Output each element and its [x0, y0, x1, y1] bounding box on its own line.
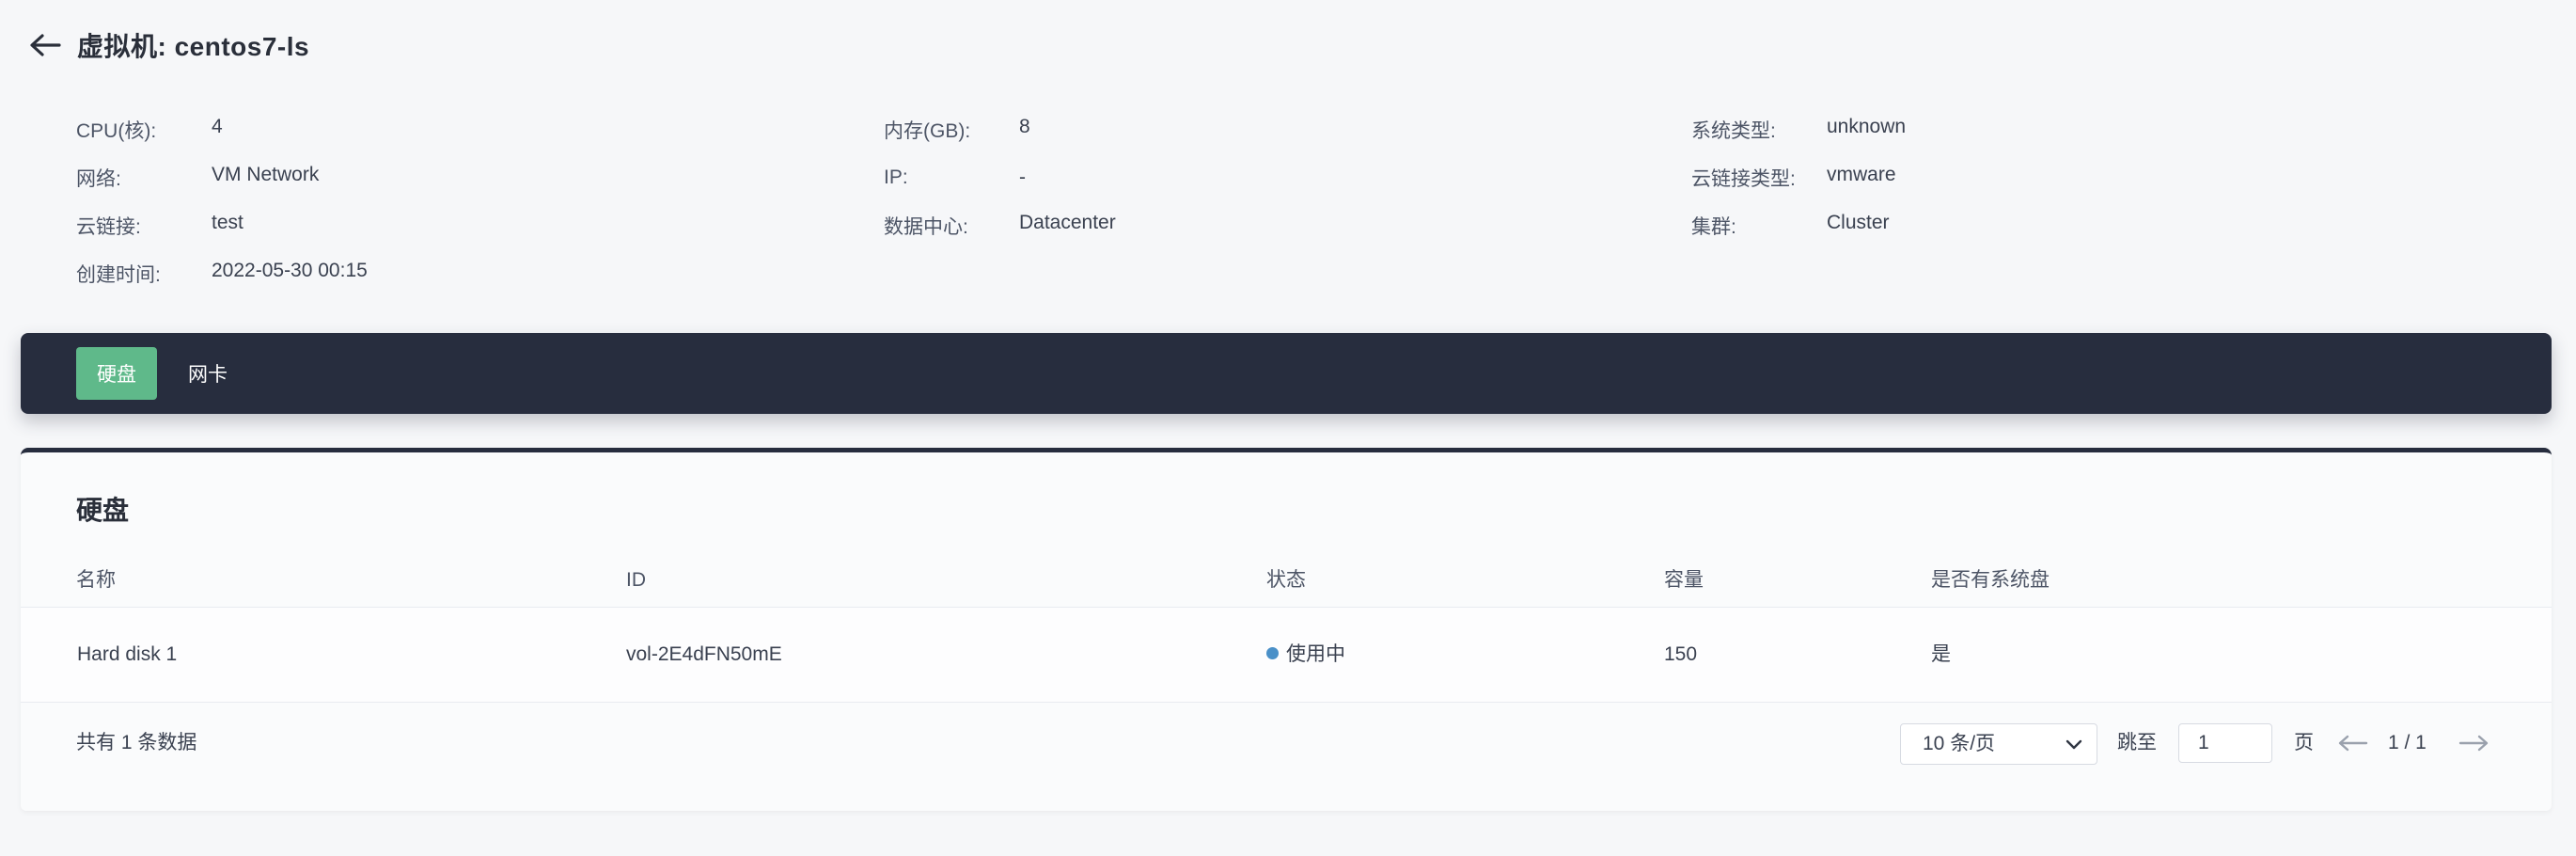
info-cpu: CPU(核): 4	[76, 116, 884, 144]
info-label: 集群:	[1691, 215, 1736, 238]
table-row[interactable]: Hard disk 1 vol-2E4dFN50mE 使用中 150 是	[21, 608, 2552, 703]
info-value: Datacenter	[1019, 211, 1116, 233]
next-page-arrow-icon[interactable]	[2458, 732, 2490, 754]
info-value: unknown	[1827, 115, 1907, 137]
column-header-system-disk: 是否有系统盘	[1931, 569, 2050, 591]
cell-capacity: 150	[1664, 643, 1698, 665]
info-cloud-link-type: 云链接类型: vmware	[1691, 164, 2499, 192]
prev-page-arrow-icon[interactable]	[2337, 732, 2369, 754]
info-row: 创建时间: 2022-05-30 00:15	[76, 249, 2521, 297]
column-header-name: 名称	[76, 569, 116, 591]
status-text: 使用中	[1286, 643, 1345, 665]
info-label: 网络:	[76, 167, 121, 190]
info-label: 内存(GB):	[884, 119, 971, 142]
info-label: CPU(核):	[76, 119, 157, 142]
total-count: 共有 1 条数据	[76, 732, 197, 753]
page-header: 虚拟机: centos7-ls	[26, 24, 309, 66]
tab-bar: 硬盘 网卡	[21, 333, 2552, 414]
info-row: 云链接: test 数据中心: Datacenter 集群: Cluster	[76, 201, 2521, 249]
cell-status: 使用中	[1266, 608, 1345, 702]
info-value: 2022-05-30 00:15	[212, 259, 368, 281]
info-label: 系统类型:	[1691, 119, 1776, 142]
cell-id: vol-2E4dFN50mE	[626, 643, 782, 665]
info-value: test	[212, 211, 243, 233]
disk-panel: 硬盘 名称 ID 状态 容量 是否有系统盘 Hard disk 1 vol-2E…	[21, 448, 2552, 811]
column-header-capacity: 容量	[1664, 569, 1704, 591]
info-value: 8	[1019, 115, 1030, 137]
cell-name: Hard disk 1	[77, 643, 178, 665]
vm-info: CPU(核): 4 内存(GB): 8 系统类型: unknown 网络: VM…	[76, 105, 2521, 297]
info-os-type: 系统类型: unknown	[1691, 116, 2499, 144]
panel-title: 硬盘	[76, 496, 130, 525]
page-title: 虚拟机: centos7-ls	[77, 32, 310, 61]
page-count: 1 / 1	[2388, 732, 2427, 753]
tab-nic[interactable]: 网卡	[178, 347, 238, 400]
tab-disk[interactable]: 硬盘	[76, 347, 157, 400]
info-label: 云链接:	[76, 215, 141, 238]
jump-label: 跳至	[2117, 732, 2157, 753]
info-label: 云链接类型:	[1691, 167, 1796, 190]
page-label: 页	[2294, 732, 2314, 753]
info-value: Cluster	[1827, 211, 1890, 233]
pagination: 共有 1 条数据 10 条/页 跳至 页 1 / 1	[21, 703, 2552, 784]
info-memory: 内存(GB): 8	[884, 116, 1691, 144]
page-size-select[interactable]: 10 条/页	[1900, 723, 2097, 765]
info-cloud-link: 云链接: test	[76, 212, 884, 240]
info-ip: IP: -	[884, 166, 1691, 189]
jump-page-input[interactable]	[2178, 723, 2272, 763]
info-row: 网络: VM Network IP: - 云链接类型: vmware	[76, 153, 2521, 201]
back-button[interactable]	[26, 26, 64, 64]
info-row: CPU(核): 4 内存(GB): 8 系统类型: unknown	[76, 105, 2521, 153]
info-created-time: 创建时间: 2022-05-30 00:15	[76, 260, 884, 288]
info-label: IP:	[884, 166, 908, 188]
table-header: 名称 ID 状态 容量 是否有系统盘	[21, 554, 2552, 608]
chevron-down-icon	[2066, 739, 2082, 750]
page-size-value: 10 条/页	[1923, 733, 1996, 754]
info-value: 4	[212, 115, 223, 137]
status-dot-icon	[1266, 646, 1279, 659]
info-value: vmware	[1827, 163, 1896, 185]
info-label: 数据中心:	[884, 215, 968, 238]
column-header-id: ID	[626, 569, 646, 591]
info-cluster: 集群: Cluster	[1691, 212, 2499, 240]
info-datacenter: 数据中心: Datacenter	[884, 212, 1691, 240]
info-network: 网络: VM Network	[76, 164, 884, 192]
info-label: 创建时间:	[76, 263, 161, 286]
info-value: VM Network	[212, 163, 320, 185]
arrow-left-icon	[30, 34, 61, 56]
info-value: -	[1019, 166, 1026, 188]
column-header-status: 状态	[1266, 569, 1306, 591]
cell-system-disk: 是	[1931, 643, 1951, 665]
